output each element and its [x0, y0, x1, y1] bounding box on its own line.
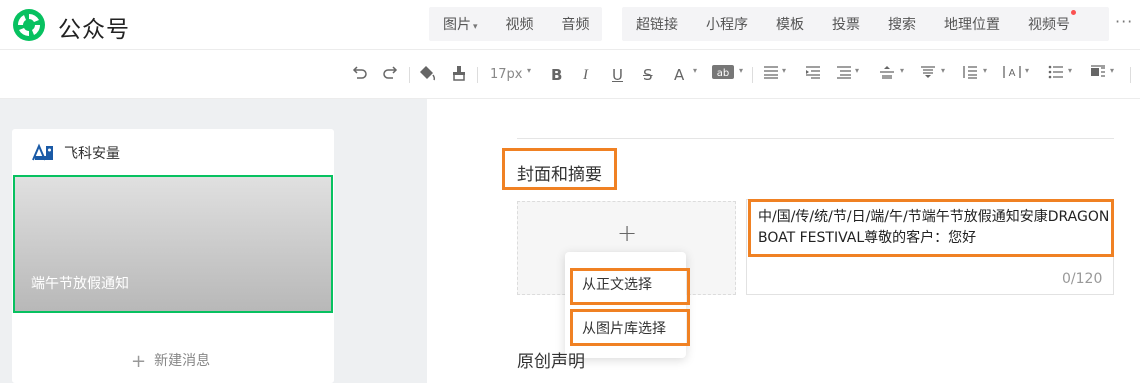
- insert-search[interactable]: 搜索: [874, 14, 930, 34]
- insert-location[interactable]: 地理位置: [930, 14, 1014, 34]
- background-color-icon[interactable]: ab: [712, 65, 734, 85]
- annotation-box: [502, 148, 617, 190]
- chevron-down-icon: ▾: [527, 66, 532, 75]
- paragraph-after-spacing-icon[interactable]: [920, 65, 936, 85]
- media-insert-group: 图片 ▾ 视频 音频: [429, 7, 602, 41]
- wechat-official-logo-icon: [13, 9, 45, 41]
- paragraph-spacing-icon[interactable]: [879, 65, 895, 85]
- insert-miniprogram[interactable]: 小程序: [692, 14, 762, 34]
- insert-audio[interactable]: 音频: [548, 14, 604, 34]
- toolbar-divider: [409, 67, 410, 83]
- annotation-box: [748, 199, 1114, 257]
- undo-icon[interactable]: [352, 65, 368, 85]
- chevron-down-icon: ▾: [693, 66, 698, 75]
- annotation-box: [570, 268, 690, 305]
- section-divider: [517, 138, 1114, 139]
- redo-icon[interactable]: [382, 65, 398, 85]
- chevron-down-icon: ▾: [1068, 66, 1073, 75]
- annotation-box: [570, 309, 690, 346]
- insert-video[interactable]: 视频: [492, 14, 548, 34]
- new-dot-badge: [1071, 10, 1076, 15]
- insert-vote[interactable]: 投票: [818, 14, 874, 34]
- top-header: 公众号 图片 ▾ 视频 音频 超链接 小程序 模板 投票 搜索 地理位置 视频号 …: [0, 0, 1140, 50]
- font-size-select[interactable]: 17px: [490, 67, 523, 82]
- paragraph-indent-icon[interactable]: [836, 65, 852, 85]
- underline-button[interactable]: U: [612, 65, 623, 85]
- indent-icon[interactable]: [805, 65, 821, 85]
- font-color-button[interactable]: A: [674, 65, 684, 85]
- account-avatar-icon: [32, 143, 53, 161]
- toolbar-divider: [477, 67, 478, 83]
- original-declaration-title: 原创声明: [517, 352, 585, 372]
- toolbar-divider: [1130, 67, 1131, 83]
- add-cover-icon[interactable]: +: [617, 219, 637, 247]
- bold-button[interactable]: B: [551, 65, 562, 85]
- chevron-down-icon: ▾: [1110, 66, 1115, 75]
- more-icon[interactable]: ···: [1115, 12, 1133, 31]
- account-name: 飞科安量: [64, 146, 120, 162]
- strikethrough-button[interactable]: S: [643, 65, 653, 85]
- chevron-down-icon: ▾: [1025, 66, 1030, 75]
- clear-format-icon[interactable]: [451, 65, 467, 85]
- insert-template[interactable]: 模板: [762, 14, 818, 34]
- block-style-icon[interactable]: [1090, 65, 1106, 85]
- new-message-label: 新建消息: [154, 353, 211, 369]
- chevron-down-icon: ▾: [900, 66, 905, 75]
- article-thumbnail-selected[interactable]: 端午节放假通知: [13, 175, 333, 313]
- article-list-card: 飞科安量 端午节放假通知 + 新建消息: [12, 129, 334, 383]
- char-counter: 0/120: [1062, 271, 1103, 287]
- insert-hyperlink[interactable]: 超链接: [622, 14, 692, 34]
- svg-text:ab: ab: [717, 68, 729, 79]
- align-icon[interactable]: [763, 65, 779, 85]
- format-painter-icon[interactable]: [418, 65, 436, 85]
- insert-channels[interactable]: 视频号: [1014, 10, 1084, 34]
- svg-text:A: A: [1009, 68, 1016, 79]
- chevron-down-icon: ▾: [941, 66, 946, 75]
- article-title: 端午节放假通知: [31, 276, 129, 292]
- italic-button[interactable]: I: [583, 65, 588, 85]
- chevron-down-icon: ▾: [855, 66, 860, 75]
- chevron-down-icon: ▾: [983, 66, 988, 75]
- new-message-button[interactable]: + 新建消息: [131, 350, 210, 372]
- chevron-down-icon: ▾: [782, 66, 787, 75]
- content-insert-group: 超链接 小程序 模板 投票 搜索 地理位置 视频号: [622, 7, 1109, 41]
- line-height-icon[interactable]: [962, 65, 978, 85]
- format-toolbar: 17px ▾ B I U S A ▾ ab ▾ ▾ ▾ ▾ ▾ ▾ A ▾ ▾ …: [0, 51, 1140, 99]
- plus-icon: +: [131, 351, 147, 372]
- insert-image[interactable]: 图片 ▾: [429, 14, 492, 34]
- letter-spacing-icon[interactable]: A: [1003, 65, 1021, 85]
- list-icon[interactable]: [1048, 65, 1064, 85]
- brand-title: 公众号: [58, 17, 130, 43]
- chevron-down-icon: ▾: [739, 66, 744, 75]
- toolbar-divider: [752, 67, 753, 83]
